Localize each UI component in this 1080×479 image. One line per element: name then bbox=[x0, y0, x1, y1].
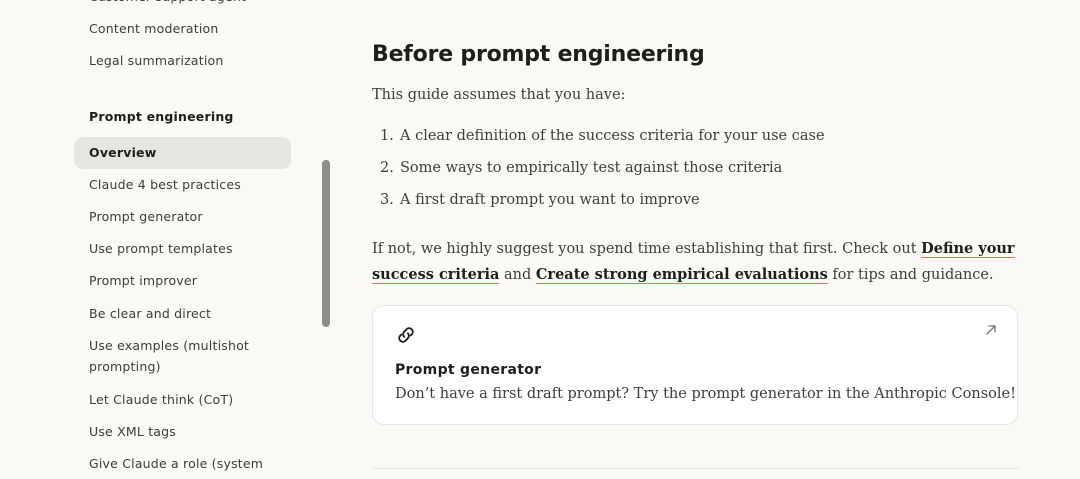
sidebar-item-overview[interactable]: Overview bbox=[74, 137, 291, 169]
card-description: Don’t have a first draft prompt? Try the… bbox=[395, 386, 1016, 402]
sidebar-item-prompt-improver[interactable]: Prompt improver bbox=[74, 270, 291, 292]
sidebar-item-customer-support[interactable]: Customer support agent bbox=[74, 0, 291, 8]
sidebar-scrollbar[interactable] bbox=[322, 160, 330, 327]
list-item: 2. Some ways to empirically test against … bbox=[380, 160, 782, 176]
sidebar-item-let-claude-think[interactable]: Let Claude think (CoT) bbox=[74, 389, 291, 411]
main-content: Before prompt engineering This guide ass… bbox=[372, 0, 1032, 479]
sidebar: Customer support agent Content moderatio… bbox=[0, 0, 332, 479]
arrow-up-right-icon bbox=[986, 325, 996, 335]
create-evaluations-link[interactable]: Create strong empirical evaluations bbox=[535, 266, 828, 284]
sidebar-item-use-prompt-templates[interactable]: Use prompt templates bbox=[74, 238, 291, 260]
intro-text: This guide assumes that you have: bbox=[372, 87, 626, 103]
sidebar-item-use-examples[interactable]: Use examples (multishot prompting) bbox=[74, 335, 274, 377]
guidance-paragraph: If not, we highly suggest you spend time… bbox=[372, 236, 1022, 288]
list-text: A first draft prompt you want to improve bbox=[400, 192, 700, 208]
sidebar-item-content-moderation[interactable]: Content moderation bbox=[74, 18, 291, 40]
sidebar-item-use-xml-tags[interactable]: Use XML tags bbox=[74, 421, 291, 443]
sidebar-item-be-clear-and-direct[interactable]: Be clear and direct bbox=[74, 303, 291, 325]
section-divider bbox=[372, 468, 1020, 469]
sidebar-item-claude-4-best-practices[interactable]: Claude 4 best practices bbox=[74, 174, 291, 196]
list-item: 3. A first draft prompt you want to impro… bbox=[380, 192, 700, 208]
list-number: 3. bbox=[380, 192, 394, 208]
list-text: Some ways to empirically test against th… bbox=[400, 160, 783, 176]
list-text: A clear definition of the success criter… bbox=[400, 128, 825, 144]
list-item: 1. A clear definition of the success crit… bbox=[380, 128, 825, 144]
prompt-generator-card[interactable]: Prompt generator Don’t have a first draf… bbox=[372, 305, 1018, 425]
sidebar-item-give-claude-a-role[interactable]: Give Claude a role (system bbox=[74, 453, 291, 475]
para-text-before: If not, we highly suggest you spend time… bbox=[372, 241, 922, 257]
card-title: Prompt generator bbox=[395, 362, 542, 378]
link-icon bbox=[398, 327, 414, 343]
sidebar-item-prompt-generator[interactable]: Prompt generator bbox=[74, 206, 291, 228]
sidebar-item-legal-summarization[interactable]: Legal summarization bbox=[74, 50, 291, 72]
list-number: 2. bbox=[380, 160, 394, 176]
para-text-middle: and bbox=[499, 267, 536, 283]
page-heading: Before prompt engineering bbox=[372, 42, 705, 67]
para-text-after: for tips and guidance. bbox=[827, 267, 994, 283]
list-number: 1. bbox=[380, 128, 394, 144]
sidebar-section-title: Prompt engineering bbox=[89, 109, 234, 124]
